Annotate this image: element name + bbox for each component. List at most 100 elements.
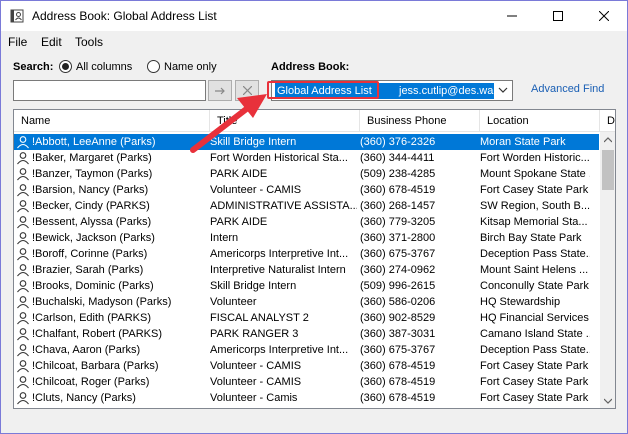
contact-title: Interpretive Naturalist Intern	[210, 264, 346, 276]
vertical-scrollbar[interactable]	[600, 132, 615, 408]
clear-button[interactable]	[235, 80, 259, 101]
person-icon	[17, 296, 29, 309]
contact-phone: (360) 344-4411	[360, 152, 435, 164]
all-columns-option[interactable]: All columns	[59, 60, 132, 73]
person-icon	[17, 344, 29, 357]
search-input[interactable]	[13, 80, 206, 101]
contact-phone: (360) 387-3031	[360, 328, 436, 340]
table-row[interactable]: !Abbott, LeeAnne (Parks) Skill Bridge Int…	[14, 134, 599, 150]
person-icon	[17, 152, 29, 165]
table-row[interactable]: !Chava, Aaron (Parks) Americorps Interpre…	[14, 342, 599, 358]
contact-title: Volunteer	[210, 296, 257, 308]
contact-name-cell: !Chilcoat, Barbara (Parks)	[16, 358, 210, 374]
contact-name-cell: !Boroff, Corinne (Parks)	[16, 246, 210, 262]
close-button[interactable]	[581, 1, 627, 31]
contact-title: ADMINISTRATIVE ASSISTA...	[210, 200, 357, 212]
contact-name-cell: !Banzer, Taymon (Parks)	[16, 166, 210, 182]
contact-name: !Chalfant, Robert (PARKS)	[32, 328, 163, 340]
table-row[interactable]: !Brazier, Sarah (Parks) Interpretive Natu…	[14, 262, 599, 278]
person-icon	[17, 248, 29, 261]
contact-name-cell: !Barsion, Nancy (Parks)	[16, 182, 210, 198]
maximize-button[interactable]	[535, 1, 581, 31]
contact-title: Volunteer - CAMIS	[210, 376, 302, 388]
contact-name: !Bewick, Jackson (Parks)	[32, 232, 155, 244]
all-columns-radio[interactable]	[59, 60, 72, 73]
table-row[interactable]: !Cluts, Nancy (Parks) Volunteer - Camis (3…	[14, 390, 599, 406]
table-row[interactable]: !Bessent, Alyssa (Parks) PARK AIDE (360) 7…	[14, 214, 599, 230]
table-row[interactable]: !Barsion, Nancy (Parks) Volunteer - CAMIS…	[14, 182, 599, 198]
contact-name-cell: !Abbott, LeeAnne (Parks)	[16, 134, 210, 150]
table-row[interactable]: !Bewick, Jackson (Parks) Intern (360) 371-…	[14, 230, 599, 246]
contact-location: Fort Casey State Park	[480, 376, 589, 388]
address-book-window: Address Book: Global Address List File E…	[0, 0, 628, 434]
person-icon	[17, 200, 29, 213]
contact-title: Americorps Interpretive Int...	[210, 248, 349, 260]
go-button[interactable]	[208, 80, 232, 101]
table-row[interactable]: !Carlson, Edith (PARKS) FISCAL ANALYST 2 (…	[14, 310, 599, 326]
contact-location: HQ Financial Services	[480, 312, 589, 324]
list-header: Name Title Business Phone Location D	[14, 110, 615, 132]
scroll-up-button[interactable]	[600, 132, 615, 148]
column-header-phone[interactable]: Business Phone	[360, 110, 480, 132]
contact-title: Intern	[210, 232, 239, 244]
menu-file[interactable]: File	[8, 35, 27, 49]
contact-phone: (360) 678-4519	[360, 184, 436, 196]
contact-location: Fort Casey State Park	[480, 184, 589, 196]
minimize-button[interactable]	[489, 1, 535, 31]
table-row[interactable]: !Banzer, Taymon (Parks) PARK AIDE (509) 23…	[14, 166, 599, 182]
contact-title: PARK RANGER 3	[210, 328, 299, 340]
column-header-name[interactable]: Name	[14, 110, 210, 132]
table-row[interactable]: !Chilcoat, Barbara (Parks) Volunteer - CA…	[14, 358, 599, 374]
contact-name-cell: !Chalfant, Robert (PARKS)	[16, 326, 210, 342]
contact-title: Fort Worden Historical Sta...	[210, 152, 348, 164]
contact-name-cell: !Becker, Cindy (PARKS)	[16, 198, 210, 214]
table-row[interactable]: !Buchalski, Madyson (Parks) Volunteer (360…	[14, 294, 599, 310]
contact-location: Fort Worden Historic...	[480, 152, 590, 164]
column-header-title[interactable]: Title	[210, 110, 360, 132]
annotation-highlight-box	[267, 81, 379, 99]
table-row[interactable]: !Brooks, Dominic (Parks) Skill Bridge Int…	[14, 278, 599, 294]
contact-name: !Baker, Margaret (Parks)	[32, 152, 152, 164]
contact-title: Americorps Interpretive Int...	[210, 344, 349, 356]
name-only-option[interactable]: Name only	[147, 60, 217, 73]
contact-phone: (360) 675-3767	[360, 344, 436, 356]
contact-phone: (360) 371-2800	[360, 232, 436, 244]
contact-name-cell: !Buchalski, Madyson (Parks)	[16, 294, 210, 310]
person-icon	[17, 264, 29, 277]
contact-phone: (360) 678-4519	[360, 392, 436, 404]
contact-phone: (360) 779-3205	[360, 216, 436, 228]
contact-title: Skill Bridge Intern	[210, 136, 297, 148]
contact-name: !Banzer, Taymon (Parks)	[32, 168, 153, 180]
contact-location: SW Region, South B...	[480, 200, 590, 212]
contact-phone: (360) 376-2326	[360, 136, 436, 148]
address-book-label: Address Book:	[271, 61, 350, 73]
advanced-find-link[interactable]: Advanced Find	[531, 83, 604, 95]
table-row[interactable]: !Boroff, Corinne (Parks) Americorps Inter…	[14, 246, 599, 262]
chevron-down-icon	[604, 398, 612, 404]
contact-name: !Cluts, Nancy (Parks)	[32, 392, 136, 404]
menu-edit[interactable]: Edit	[41, 35, 62, 49]
table-row[interactable]: !Baker, Margaret (Parks) Fort Worden Hist…	[14, 150, 599, 166]
menu-bar: File Edit Tools	[1, 31, 627, 53]
menu-tools[interactable]: Tools	[75, 35, 103, 49]
person-icon	[17, 328, 29, 341]
contact-name-cell: !Brooks, Dominic (Parks)	[16, 278, 210, 294]
arrow-right-icon	[215, 87, 225, 94]
contact-name: !Chava, Aaron (Parks)	[32, 344, 141, 356]
contact-title: Volunteer - CAMIS	[210, 360, 302, 372]
contact-name-cell: !Bewick, Jackson (Parks)	[16, 230, 210, 246]
contact-name: !Boroff, Corinne (Parks)	[32, 248, 148, 260]
column-header-location[interactable]: Location	[480, 110, 600, 132]
window-title: Address Book: Global Address List	[32, 9, 217, 23]
name-only-radio[interactable]	[147, 60, 160, 73]
contact-name: !Chilcoat, Barbara (Parks)	[32, 360, 159, 372]
table-row[interactable]: !Chalfant, Robert (PARKS) PARK RANGER 3 (3…	[14, 326, 599, 342]
contact-name: !Brooks, Dominic (Parks)	[32, 280, 154, 292]
scroll-down-button[interactable]	[600, 393, 615, 408]
contact-name: !Abbott, LeeAnne (Parks)	[32, 136, 156, 148]
table-row[interactable]: !Becker, Cindy (PARKS) ADMINISTRATIVE ASS…	[14, 198, 599, 214]
table-row[interactable]: !Chilcoat, Roger (Parks) Volunteer - CAMI…	[14, 374, 599, 390]
column-header-d[interactable]: D	[600, 110, 615, 132]
scroll-thumb[interactable]	[602, 150, 614, 190]
contact-phone: (509) 238-4285	[360, 168, 436, 180]
